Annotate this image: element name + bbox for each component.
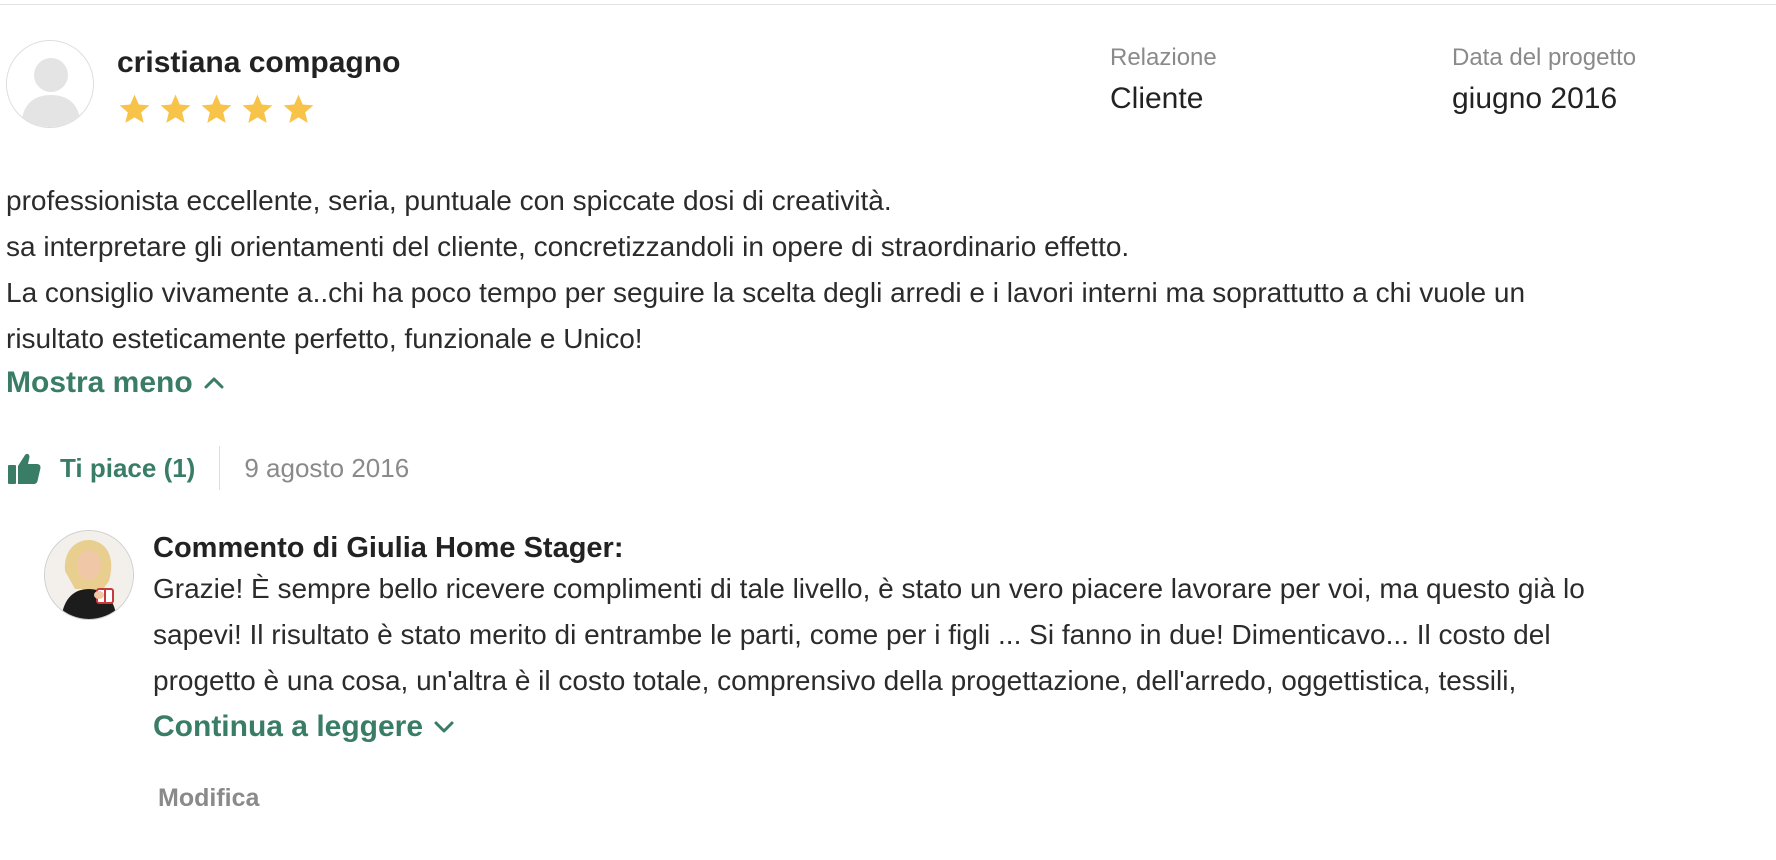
reviewer-name[interactable]: cristiana compagno	[117, 46, 400, 80]
project-date-value: giugno 2016	[1452, 82, 1618, 115]
star-icon	[119, 94, 150, 123]
relation-label: Relazione	[1110, 44, 1217, 71]
relation-block: Relazione Cliente	[1110, 44, 1217, 116]
review-date: 9 agosto 2016	[244, 452, 410, 483]
comment-title: Commento di Giulia Home Stager:	[153, 532, 624, 564]
review-header: cristiana compagno Relazione Cliente Dat…	[6, 40, 1766, 140]
thumbs-up-icon	[8, 453, 41, 484]
continue-reading-link[interactable]: Continua a leggere	[153, 710, 455, 744]
like-button[interactable]: Ti piace (1)	[6, 450, 195, 486]
comment-text-line: sapevi! Il risultato è stato merito di e…	[153, 619, 1551, 650]
star-rating	[117, 92, 316, 128]
project-date-block: Data del progetto giugno 2016	[1452, 44, 1636, 116]
review-body: professionista eccellente, seria, puntua…	[6, 178, 1766, 362]
star-icon	[283, 94, 314, 123]
relation-value: Cliente	[1110, 82, 1204, 115]
reviewer-avatar[interactable]	[6, 40, 94, 128]
review-body-line: risultato esteticamente perfetto, funzio…	[6, 323, 643, 354]
commenter-avatar[interactable]	[44, 530, 134, 620]
commenter-photo-icon	[45, 531, 133, 619]
chevron-down-icon	[434, 721, 454, 733]
continue-reading-label: Continua a leggere	[153, 710, 424, 743]
show-less-label: Mostra meno	[6, 366, 193, 399]
chevron-up-icon	[204, 377, 224, 389]
review-body-line: La consiglio vivamente a..chi ha poco te…	[6, 277, 1526, 308]
review-actions: Ti piace (1) 9 agosto 2016	[6, 442, 409, 494]
comment-text-line: Grazie! È sempre bello ricevere complime…	[153, 573, 1585, 604]
actions-divider	[219, 446, 221, 490]
comment-text: Grazie! È sempre bello ricevere complime…	[153, 566, 1773, 704]
like-label: Ti piace (1)	[60, 452, 196, 483]
top-divider	[0, 4, 1776, 5]
show-less-link[interactable]: Mostra meno	[6, 366, 225, 400]
default-user-avatar-icon	[7, 41, 93, 127]
review-body-line: professionista eccellente, seria, puntua…	[6, 185, 892, 216]
edit-comment-link[interactable]: Modifica	[158, 784, 259, 813]
project-date-label: Data del progetto	[1452, 44, 1637, 71]
star-icon	[160, 94, 191, 123]
review-body-line: sa interpretare gli orientamenti del cli…	[6, 231, 1130, 262]
star-icon	[201, 94, 232, 123]
star-icon	[242, 94, 273, 123]
comment-text-line: progetto è una cosa, un'altra è il costo…	[153, 665, 1517, 696]
